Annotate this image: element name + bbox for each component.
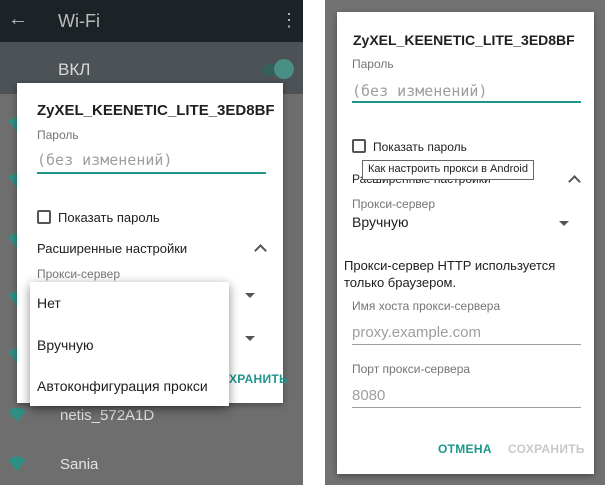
host-underline bbox=[352, 344, 581, 345]
wifi-signal-icon bbox=[8, 455, 26, 471]
chevron-up-icon[interactable] bbox=[254, 244, 267, 257]
arrow-back-icon[interactable]: ← bbox=[8, 8, 28, 31]
save-button[interactable]: СОХРАНИТЬ bbox=[508, 442, 585, 456]
proxy-host-label: Имя хоста прокси-сервера bbox=[352, 299, 501, 313]
wifi-signal-icon bbox=[8, 406, 26, 422]
left-screenshot: ← Wi-Fi ⋮ ВКЛ netis_572A1D Sania ZyXEL_K… bbox=[0, 0, 303, 485]
proxy-options-menu: Нет Вручную Автоконфигурация прокси bbox=[30, 282, 229, 406]
more-vert-icon[interactable]: ⋮ bbox=[280, 10, 298, 31]
wifi-dialog-manual: ZyXEL_KEENETIC_LITE_3ED8BF Пароль (без и… bbox=[337, 12, 594, 474]
network-item[interactable]: Sania bbox=[60, 456, 98, 473]
show-password-checkbox[interactable] bbox=[37, 210, 51, 224]
dialog-title: ZyXEL_KEENETIC_LITE_3ED8BF bbox=[37, 102, 275, 119]
app-bar: ← Wi-Fi ⋮ bbox=[0, 0, 303, 42]
proxy-note-line1: Прокси-сервер HTTP используется bbox=[344, 258, 556, 273]
cancel-button[interactable]: ОТМЕНА bbox=[438, 442, 492, 456]
wifi-switch-thumb[interactable] bbox=[274, 59, 294, 79]
menu-item-auto[interactable]: Автоконфигурация прокси bbox=[37, 378, 208, 394]
show-password-label: Показать пароль bbox=[373, 140, 467, 154]
dialog-title: ZyXEL_KEENETIC_LITE_3ED8BF bbox=[353, 32, 575, 48]
proxy-port-label: Порт прокси-сервера bbox=[352, 362, 471, 376]
save-button[interactable]: ХРАНИТЬ bbox=[229, 372, 288, 386]
wifi-switch-label: ВКЛ bbox=[58, 60, 91, 79]
proxy-label: Прокси-сервер bbox=[352, 197, 435, 211]
password-label: Пароль bbox=[352, 57, 394, 71]
port-underline bbox=[352, 407, 581, 408]
password-label: Пароль bbox=[37, 128, 79, 142]
network-item[interactable]: netis_572A1D bbox=[60, 407, 154, 424]
dropdown-arrow-icon[interactable] bbox=[245, 336, 255, 341]
password-field[interactable]: (без изменений) bbox=[352, 82, 487, 100]
show-password-label: Показать пароль bbox=[58, 210, 160, 225]
show-password-checkbox[interactable] bbox=[352, 139, 366, 153]
menu-item-none[interactable]: Нет bbox=[37, 295, 61, 311]
password-underline bbox=[352, 101, 581, 103]
dropdown-arrow-icon[interactable] bbox=[245, 293, 255, 298]
advanced-settings-label[interactable]: Расширенные настройки bbox=[37, 241, 187, 256]
tooltip: Как настроить прокси в Android bbox=[362, 160, 534, 180]
password-underline bbox=[37, 172, 266, 174]
menu-item-manual[interactable]: Вручную bbox=[37, 337, 94, 353]
chevron-up-icon[interactable] bbox=[568, 175, 581, 188]
proxy-host-input[interactable]: proxy.example.com bbox=[352, 324, 481, 341]
dropdown-arrow-icon[interactable] bbox=[559, 221, 569, 226]
password-field[interactable]: (без изменений) bbox=[37, 151, 172, 169]
app-title: Wi-Fi bbox=[58, 11, 100, 31]
proxy-select-value[interactable]: Вручную bbox=[352, 214, 409, 230]
proxy-label: Прокси-сервер bbox=[37, 267, 120, 281]
proxy-port-input[interactable]: 8080 bbox=[352, 387, 385, 404]
proxy-note-line2: только браузером. bbox=[344, 275, 457, 290]
